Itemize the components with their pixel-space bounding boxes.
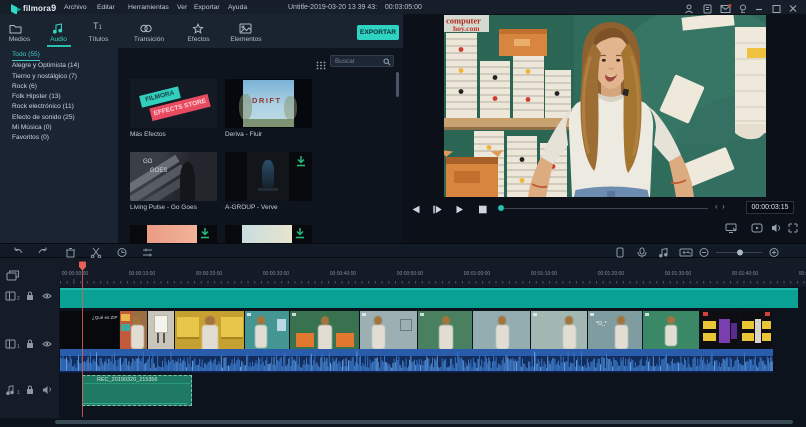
- svg-text:hoy.com: hoy.com: [453, 24, 480, 33]
- svg-text:1: 1: [17, 344, 20, 350]
- svg-text:1: 1: [17, 390, 20, 396]
- svg-text:2: 2: [17, 296, 20, 302]
